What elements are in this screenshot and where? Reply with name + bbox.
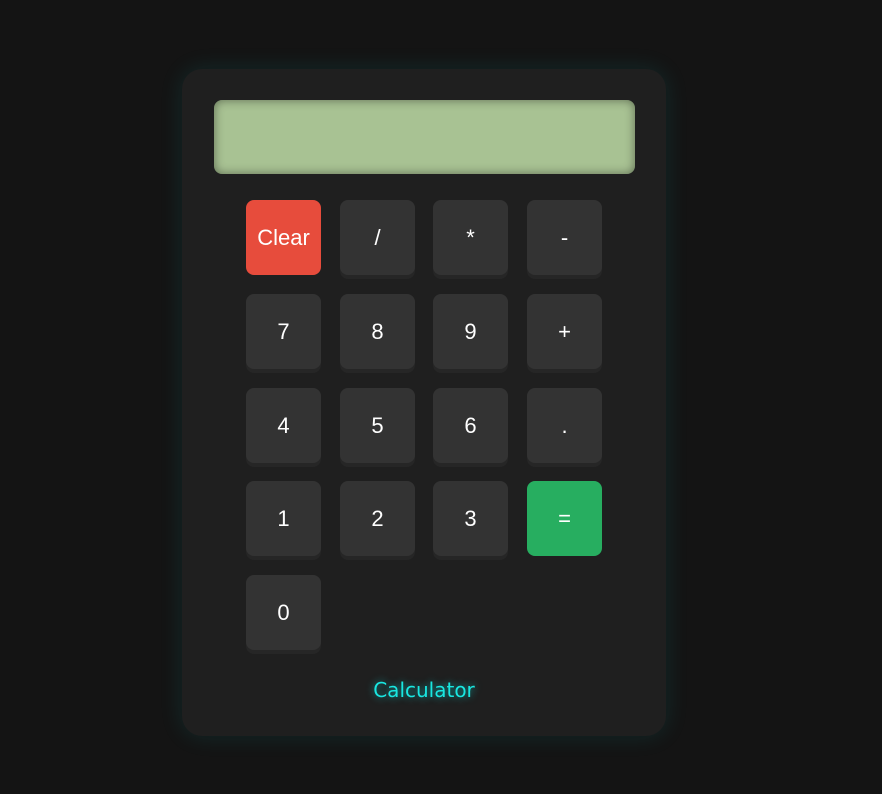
digit-1-button[interactable]: 1 [246,481,321,556]
subtract-button[interactable]: - [527,200,602,275]
calculator-panel: Clear / * - 7 8 9 + 4 5 6 . 1 2 3 = 0 Ca… [182,69,666,736]
digit-7-button[interactable]: 7 [246,294,321,369]
decimal-button[interactable]: . [527,388,602,463]
multiply-button[interactable]: * [433,200,508,275]
equals-button[interactable]: = [527,481,602,556]
calculator-title: Calculator [373,678,475,702]
digit-2-button[interactable]: 2 [340,481,415,556]
digit-4-button[interactable]: 4 [246,388,321,463]
clear-button[interactable]: Clear [246,200,321,275]
digit-8-button[interactable]: 8 [340,294,415,369]
add-button[interactable]: + [527,294,602,369]
calculator-display [214,100,635,174]
digit-9-button[interactable]: 9 [433,294,508,369]
digit-3-button[interactable]: 3 [433,481,508,556]
divide-button[interactable]: / [340,200,415,275]
digit-5-button[interactable]: 5 [340,388,415,463]
digit-0-button[interactable]: 0 [246,575,321,650]
digit-6-button[interactable]: 6 [433,388,508,463]
